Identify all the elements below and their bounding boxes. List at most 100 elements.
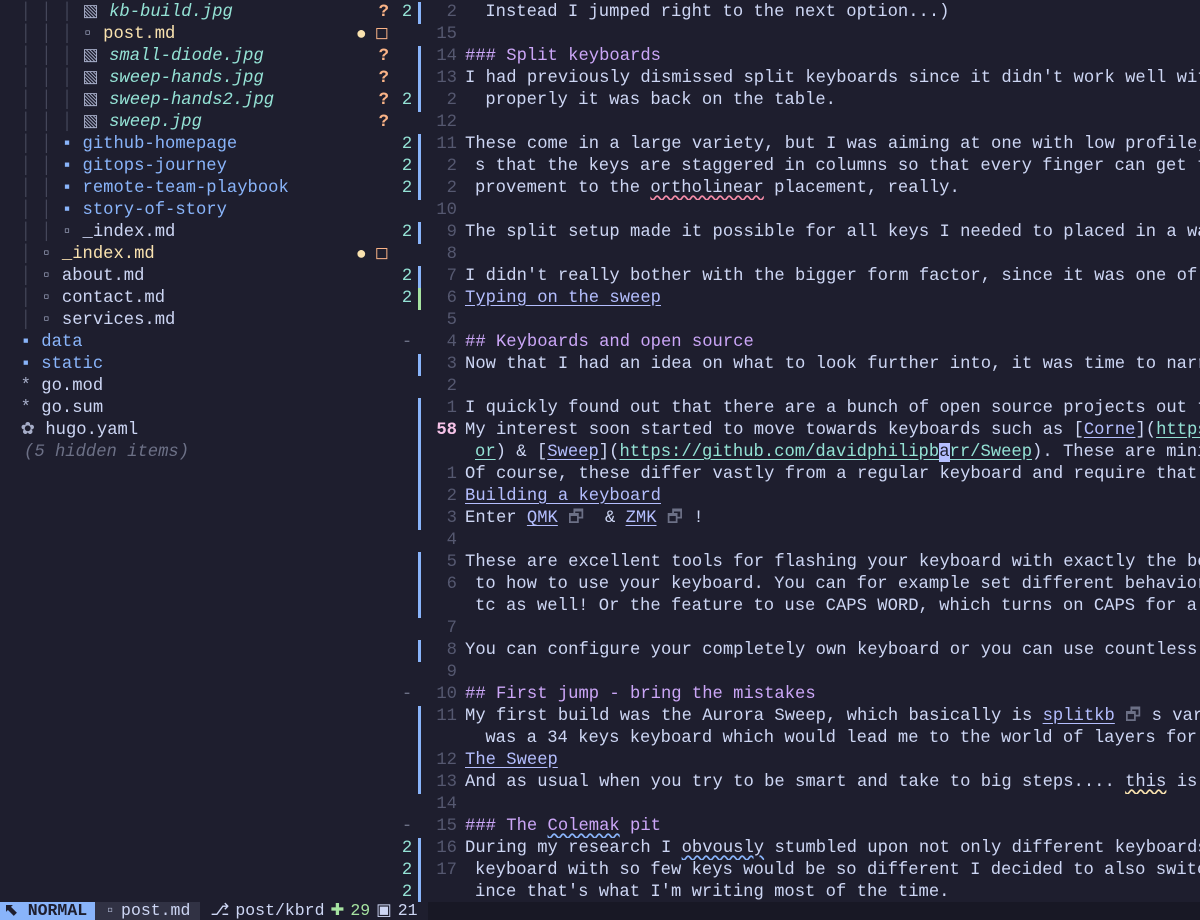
hidden-items-label: (5 hidden items) <box>0 442 395 464</box>
file-type-icon: ▫ <box>62 222 83 244</box>
code-line[interactable] <box>465 376 1200 398</box>
tree-item[interactable]: │ │ ▪ remote-team-playbook <box>0 178 395 200</box>
code-line[interactable]: to how to use your keyboard. You can for… <box>465 574 1200 596</box>
file-name: sweep.jpg <box>109 112 202 134</box>
tree-indent <box>0 420 21 442</box>
tree-item[interactable]: │ │ ▪ story-of-story <box>0 200 395 222</box>
tree-indent: │ │ │ <box>0 90 83 112</box>
editor-content[interactable]: Instead I jumped right to the next optio… <box>465 0 1200 902</box>
tree-indent: │ │ <box>0 200 62 222</box>
file-status: ? <box>379 68 395 90</box>
code-line[interactable]: properly it was back on the table. <box>465 90 1200 112</box>
code-line[interactable] <box>465 794 1200 816</box>
code-line[interactable]: Now that I had an idea on what to look f… <box>465 354 1200 376</box>
tree-item[interactable]: │ │ ▪ github-homepage <box>0 134 395 156</box>
tree-indent: │ <box>0 310 41 332</box>
tree-item[interactable]: │ │ │ ▧ kb-build.jpg? <box>0 2 395 24</box>
tree-item[interactable]: ✿ hugo.yaml <box>0 420 395 442</box>
code-line[interactable]: The split setup made it possible for all… <box>465 222 1200 244</box>
file-name: remote-team-playbook <box>83 178 289 200</box>
code-line[interactable]: s that the keys are staggered in columns… <box>465 156 1200 178</box>
file-type-icon: ▪ <box>62 200 83 222</box>
code-line[interactable]: I didn't really bother with the bigger f… <box>465 266 1200 288</box>
file-type-icon: ▧ <box>83 2 110 24</box>
file-name: go.sum <box>41 398 103 420</box>
code-line[interactable]: ince that's what I'm writing most of the… <box>465 882 1200 902</box>
file-type-icon: * <box>21 398 42 420</box>
code-line[interactable]: And as usual when you try to be smart an… <box>465 772 1200 794</box>
code-line[interactable]: Instead I jumped right to the next optio… <box>465 2 1200 24</box>
file-name: story-of-story <box>83 200 227 222</box>
tree-item[interactable]: │ │ │ ▧ sweep-hands.jpg? <box>0 68 395 90</box>
code-line[interactable] <box>465 662 1200 684</box>
file-type-icon: ▫ <box>83 24 104 46</box>
code-line[interactable] <box>465 310 1200 332</box>
code-line[interactable] <box>465 200 1200 222</box>
code-line[interactable]: Building a keyboard <box>465 486 1200 508</box>
tree-item[interactable]: * go.sum <box>0 398 395 420</box>
tree-item[interactable]: │ ▫ _index.md●◻ <box>0 244 395 266</box>
file-type-icon: ✿ <box>21 420 46 442</box>
code-line[interactable]: My first build was the Aurora Sweep, whi… <box>465 706 1200 728</box>
tree-item[interactable]: │ ▫ services.md <box>0 310 395 332</box>
file-name: _index.md <box>83 222 176 244</box>
file-type-icon: ▧ <box>83 68 110 90</box>
code-line[interactable]: was a 34 keys keyboard which would lead … <box>465 728 1200 750</box>
code-line[interactable]: You can configure your completely own ke… <box>465 640 1200 662</box>
file-type-icon: ▪ <box>21 332 42 354</box>
tree-indent: │ │ <box>0 134 62 156</box>
tree-item[interactable]: │ ▫ about.md <box>0 266 395 288</box>
tree-item[interactable]: * go.mod <box>0 376 395 398</box>
code-line[interactable] <box>465 112 1200 134</box>
file-status: ? <box>379 90 395 112</box>
code-line[interactable]: ### Split keyboards <box>465 46 1200 68</box>
code-line[interactable]: During my research I obvously stumbled u… <box>465 838 1200 860</box>
editor-pane[interactable]: 22 15 14 1322 122112222 1029 82726 5-4 3… <box>395 0 1200 902</box>
file-type-icon: ▫ <box>41 266 62 288</box>
tree-item[interactable]: │ │ │ ▧ sweep.jpg? <box>0 112 395 134</box>
code-line[interactable]: Of course, these differ vastly from a re… <box>465 464 1200 486</box>
code-line[interactable]: ### The Colemak pit <box>465 816 1200 838</box>
code-line[interactable] <box>465 244 1200 266</box>
file-name: kb-build.jpg <box>109 2 233 24</box>
file-tree[interactable]: │ │ │ ▧ kb-build.jpg? │ │ │ ▫ post.md●◻ … <box>0 0 395 902</box>
code-line[interactable] <box>465 530 1200 552</box>
tree-item[interactable]: │ │ ▫ _index.md <box>0 222 395 244</box>
tree-item[interactable]: │ │ ▪ gitops-journey <box>0 156 395 178</box>
code-line[interactable]: ## First jump - bring the mistakes <box>465 684 1200 706</box>
file-name: github-homepage <box>83 134 238 156</box>
tree-indent: │ <box>0 266 41 288</box>
tree-indent <box>0 354 21 376</box>
file-name: sweep-hands.jpg <box>109 68 264 90</box>
code-line[interactable]: or) & [Sweep](https://github.com/davidph… <box>465 442 1200 464</box>
file-name: contact.md <box>62 288 165 310</box>
code-line[interactable] <box>465 24 1200 46</box>
code-line[interactable]: keyboard with so few keys would be so di… <box>465 860 1200 882</box>
code-line[interactable] <box>465 618 1200 640</box>
tree-item[interactable]: │ │ │ ▧ sweep-hands2.jpg? <box>0 90 395 112</box>
file-status: ? <box>379 2 395 24</box>
code-line[interactable]: I quickly found out that there are a bun… <box>465 398 1200 420</box>
git-mods-icon: ▣ <box>376 900 392 920</box>
tree-item[interactable]: │ │ │ ▧ small-diode.jpg? <box>0 46 395 68</box>
code-line[interactable]: tc as well! Or the feature to use CAPS W… <box>465 596 1200 618</box>
code-line[interactable]: The Sweep <box>465 750 1200 772</box>
tree-indent: │ │ │ <box>0 24 83 46</box>
branch-icon: ⎇ <box>210 900 229 920</box>
tree-item[interactable]: ▪ static <box>0 354 395 376</box>
tree-indent: │ │ <box>0 178 62 200</box>
tree-item[interactable]: │ │ │ ▫ post.md●◻ <box>0 24 395 46</box>
code-line[interactable]: Typing on the sweep <box>465 288 1200 310</box>
tree-indent <box>0 332 21 354</box>
tree-item[interactable]: ▪ data <box>0 332 395 354</box>
file-name: services.md <box>62 310 175 332</box>
code-line[interactable]: Enter QMK 🗗 & ZMK 🗗 ! <box>465 508 1200 530</box>
code-line[interactable]: These are excellent tools for flashing y… <box>465 552 1200 574</box>
code-line[interactable]: These come in a large variety, but I was… <box>465 134 1200 156</box>
code-line[interactable]: ## Keyboards and open source <box>465 332 1200 354</box>
code-line[interactable]: My interest soon started to move towards… <box>465 420 1200 442</box>
code-line[interactable]: I had previously dismissed split keyboar… <box>465 68 1200 90</box>
editor-gutter: 22 15 14 1322 122112222 1029 82726 5-4 3… <box>395 0 465 902</box>
code-line[interactable]: provement to the ortholinear placement, … <box>465 178 1200 200</box>
tree-item[interactable]: │ ▫ contact.md <box>0 288 395 310</box>
